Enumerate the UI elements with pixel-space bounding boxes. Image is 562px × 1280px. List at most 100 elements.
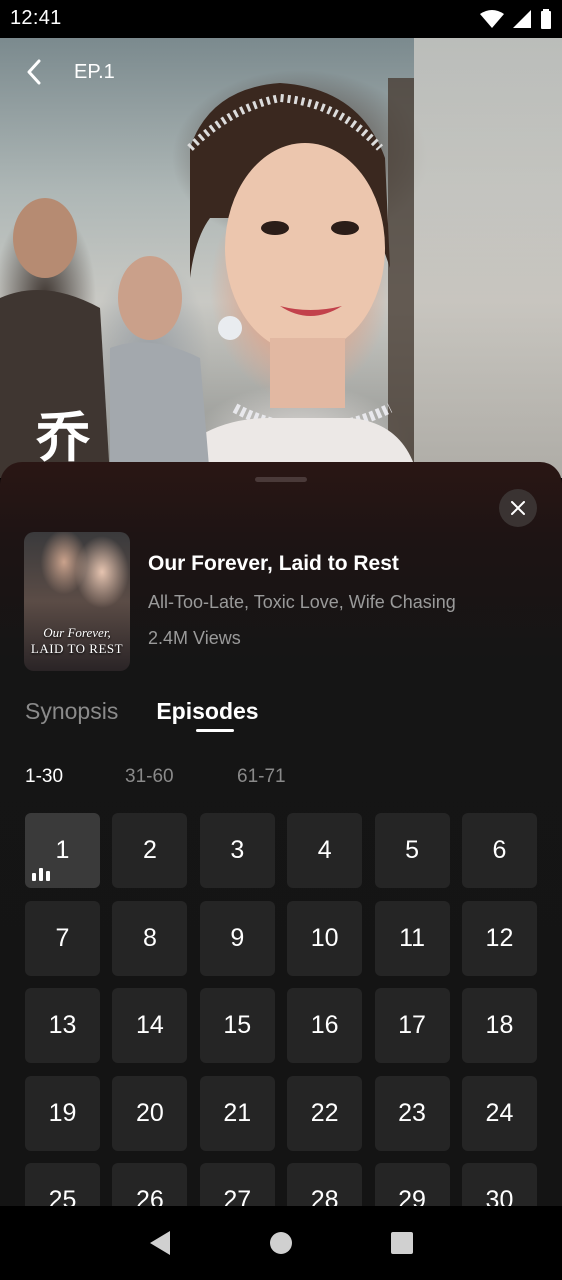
poster-title: Our Forever, LAID TO REST: [24, 625, 130, 657]
episode-tile[interactable]: 22: [287, 1075, 363, 1151]
nav-back-button[interactable]: [140, 1223, 180, 1263]
tab-synopsis[interactable]: Synopsis: [25, 698, 118, 725]
episode-number: 24: [485, 1098, 514, 1127]
episode-tile[interactable]: 20: [112, 1075, 188, 1151]
range-1-30[interactable]: 1-30: [25, 766, 125, 788]
episode-number: 12: [485, 923, 514, 952]
range-31-60[interactable]: 31-60: [125, 766, 237, 788]
square-recents-icon: [390, 1232, 413, 1254]
close-button[interactable]: [499, 489, 537, 527]
video-frame-background: [414, 38, 562, 478]
episode-number: 18: [485, 1011, 514, 1039]
player-top-bar: EP.1: [0, 52, 562, 92]
nav-home-button[interactable]: [261, 1223, 301, 1263]
episode-tile[interactable]: 1: [25, 813, 100, 888]
episode-tile[interactable]: 9: [199, 900, 275, 976]
episode-number: 11: [399, 923, 426, 952]
episode-tile[interactable]: 3: [199, 813, 275, 888]
nav-recents-button[interactable]: [382, 1223, 422, 1263]
video-player[interactable]: 乔: [0, 38, 562, 478]
tab-episodes[interactable]: Episodes: [156, 698, 258, 725]
show-tags: All-Too-Late, Toxic Love, Wife Chasing: [148, 592, 456, 612]
back-button[interactable]: [26, 52, 70, 92]
active-tab-indicator: [196, 729, 234, 732]
episode-number: 5: [405, 836, 420, 864]
episode-tile[interactable]: 13: [25, 988, 100, 1063]
episode-tile[interactable]: 10: [287, 900, 363, 976]
episode-number: 26: [135, 1186, 164, 1206]
episode-tile[interactable]: 28: [287, 1163, 363, 1206]
episode-number: 19: [48, 1098, 77, 1127]
episode-number: 28: [310, 1186, 339, 1206]
episode-range-selector: 1-30 31-60 61-71: [25, 766, 286, 788]
episode-number: 20: [135, 1098, 164, 1127]
chevron-left-icon: [27, 59, 41, 85]
episode-number: 25: [48, 1186, 77, 1206]
poster-title-line1: Our Forever,: [43, 625, 111, 640]
episode-tile[interactable]: 24: [461, 1075, 537, 1151]
episode-tile[interactable]: 26: [112, 1163, 188, 1206]
episode-tile[interactable]: 7: [25, 900, 100, 976]
sheet-drag-handle[interactable]: [255, 477, 307, 482]
episode-tile[interactable]: 8: [112, 900, 188, 976]
system-navigation-bar: [0, 1206, 562, 1280]
episode-number: 8: [142, 923, 157, 952]
cellular-signal-icon: [513, 10, 531, 28]
status-icons: [480, 9, 552, 29]
episode-number: 22: [310, 1098, 339, 1127]
episode-number: 6: [492, 836, 507, 864]
show-views: 2.4M Views: [148, 628, 241, 648]
show-poster[interactable]: Our Forever, LAID TO REST: [24, 532, 130, 671]
now-playing-icon: [32, 868, 50, 881]
battery-icon: [541, 9, 551, 29]
episode-tile[interactable]: 23: [374, 1075, 450, 1151]
episode-number: 30: [485, 1186, 514, 1206]
episode-number: 7: [55, 923, 70, 952]
triangle-back-icon: [150, 1231, 171, 1255]
episode-number: 1: [55, 836, 70, 864]
episode-number: 13: [48, 1011, 77, 1039]
status-time: 12:41: [10, 7, 62, 29]
episode-tile[interactable]: 21: [199, 1075, 275, 1151]
subtitle-text: 乔: [36, 406, 90, 469]
episode-number: 15: [223, 1011, 252, 1039]
episode-tile[interactable]: 4: [287, 813, 363, 888]
episode-number: 27: [223, 1186, 252, 1206]
wifi-icon: [480, 10, 504, 28]
episode-tile[interactable]: 15: [199, 988, 275, 1063]
episode-tile[interactable]: 16: [287, 988, 363, 1063]
episode-number: 9: [230, 923, 245, 952]
episode-number: 17: [398, 1011, 426, 1039]
episode-tile[interactable]: 2: [112, 813, 188, 888]
episode-number: 16: [310, 1011, 339, 1039]
episode-tile[interactable]: 25: [25, 1163, 100, 1206]
sheet-tabs: Synopsis Episodes: [25, 698, 259, 725]
poster-title-line2: LAID TO REST: [30, 641, 124, 656]
episode-tile[interactable]: 29: [374, 1163, 450, 1206]
episode-number: 29: [398, 1186, 426, 1206]
episode-tile[interactable]: 12: [461, 900, 537, 976]
episode-number: 21: [223, 1098, 252, 1127]
episode-tile[interactable]: 19: [25, 1075, 100, 1151]
episode-tile[interactable]: 5: [374, 813, 450, 888]
episode-tile[interactable]: 30: [461, 1163, 537, 1206]
show-title: Our Forever, Laid to Rest: [148, 552, 399, 575]
episode-number: 23: [398, 1098, 426, 1127]
episode-tile[interactable]: 11: [374, 900, 450, 976]
episode-tile[interactable]: 17: [374, 988, 450, 1063]
range-61-71[interactable]: 61-71: [237, 766, 286, 788]
status-bar: 12:41: [0, 0, 562, 38]
episode-tile[interactable]: 18: [461, 988, 537, 1063]
episodes-sheet: Our Forever, LAID TO REST Our Forever, L…: [0, 462, 562, 1206]
episode-tile[interactable]: 14: [112, 988, 188, 1063]
episode-number: 10: [310, 923, 339, 952]
episode-grid: 1 2 3 4 5 6 7 8 9 10 11 12 13 14 15 16 17 18 19 20 21 22 23 24 2…: [25, 813, 537, 1206]
circle-home-icon: [269, 1232, 292, 1254]
episode-number: 2: [142, 836, 157, 864]
episode-tile[interactable]: 27: [199, 1163, 275, 1206]
episode-tile[interactable]: 6: [461, 813, 537, 888]
episode-number: 4: [317, 836, 332, 864]
close-icon: [511, 501, 525, 515]
episode-number: 3: [230, 836, 245, 864]
video-frame-bystanders: [0, 198, 210, 478]
